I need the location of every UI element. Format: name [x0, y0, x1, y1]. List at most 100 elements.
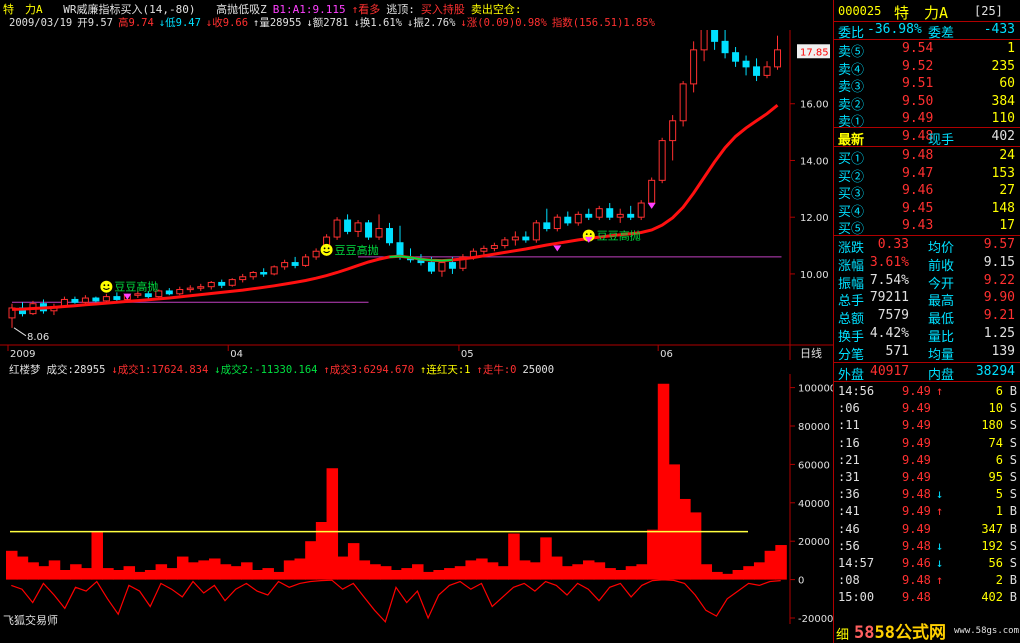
volume-bar [251, 570, 264, 580]
buy-volume: 27 [999, 183, 1015, 199]
sell-row[interactable]: 卖⑤ 9.54 1 [834, 40, 1020, 60]
volume-bar [358, 560, 371, 580]
volume-bar [636, 564, 648, 580]
stat-row[interactable]: 涨跌 0.33 均价 9.57 [834, 236, 1020, 256]
tick-price: 9.49 [902, 504, 931, 519]
price-tick-label: 14.00 [800, 156, 829, 167]
tick-row[interactable]: :31 9.49 95 S [834, 469, 1020, 486]
volume-bar [561, 566, 574, 580]
volume-bar [518, 560, 531, 580]
buy-row[interactable]: 买⑤ 9.43 17 [834, 217, 1020, 237]
date-label: 2009 [10, 349, 35, 360]
tick-time: :36 [838, 487, 860, 502]
candle-body [249, 272, 257, 278]
buy-row[interactable]: 买② 9.47 153 [834, 165, 1020, 185]
price-chart[interactable]: 10.00 12.00 14.00 16.00 17.85 日线 2009 04 05 06 8.0… [0, 30, 833, 360]
tick-time: :06 [838, 401, 860, 416]
volume-bar [80, 568, 93, 580]
outer-value: 40917 [870, 364, 910, 379]
buy-row[interactable]: 买④ 9.45 148 [834, 200, 1020, 220]
buy-volume: 148 [991, 200, 1015, 216]
stat-value: 7.54% [869, 272, 909, 288]
tick-row[interactable]: :11 9.49 180 S [834, 417, 1020, 434]
volume-bar [155, 564, 168, 580]
stat-row[interactable]: 涨幅 3.61% 前收 9.15 [834, 254, 1020, 274]
buy-price: 9.48 [902, 148, 934, 163]
sell-row[interactable]: 卖④ 9.52 235 [834, 58, 1020, 78]
tick-side: S [1009, 435, 1017, 450]
buy-row[interactable]: 买③ 9.46 27 [834, 182, 1020, 202]
stat-row[interactable]: 总额 7579 最低 9.21 [834, 307, 1020, 327]
tick-row[interactable]: :41 9.49 ↑ 1 B [834, 503, 1020, 520]
candle-body [165, 290, 173, 295]
sell-price: 9.54 [902, 41, 934, 56]
candle-body [144, 293, 152, 298]
tick-volume: 2 [995, 573, 1003, 588]
tick-row[interactable]: :21 9.49 6 S [834, 452, 1020, 469]
tick-side: S [1009, 452, 1017, 467]
tick-time: :08 [838, 573, 860, 588]
sell-price: 9.51 [902, 76, 934, 91]
buy-row[interactable]: 买① 9.48 24 [834, 147, 1020, 167]
candle-body [732, 52, 740, 62]
tick-row[interactable]: :16 9.49 74 S [834, 435, 1020, 452]
smiley-label: 豆豆高抛 [114, 280, 158, 294]
volume-chart[interactable]: 100000 80000 60000 40000 20000 0 -20000 [0, 374, 833, 624]
tick-arrow: ↓ [936, 538, 944, 553]
volume-bar [647, 529, 659, 580]
volume-bar [486, 562, 499, 580]
volume-bar [209, 558, 221, 580]
chart-header-line2: 2009/03/19 开9.57 高9.74 ↓低9.47 ↓收9.66 ↑量28955 ↓… [3, 15, 655, 30]
tick-row[interactable]: 15:00 9.48 402 B [834, 589, 1020, 606]
volume-bar [294, 558, 306, 580]
stat-row[interactable]: 振幅 7.54% 今开 9.22 [834, 272, 1020, 292]
tick-row[interactable]: 14:57 9.46 ↓ 56 S [834, 555, 1020, 572]
candle-body [281, 262, 289, 268]
candle-body [753, 66, 761, 76]
price-tick-label: 10.00 [800, 270, 829, 281]
latest-row: 最新 9.48 现手 402 [834, 128, 1020, 148]
volume-bar [230, 566, 242, 580]
candle-body [427, 262, 435, 272]
candle-body [396, 242, 404, 258]
quote-item: ↓额2781 [306, 17, 349, 29]
volume-bar [219, 564, 232, 580]
candle-body [102, 296, 110, 302]
candle-body [176, 289, 184, 295]
volume-bar [337, 556, 349, 580]
stat-row[interactable]: 分笔 571 均量 139 [834, 343, 1020, 363]
volume-bar [668, 464, 680, 580]
stat-value: 79211 [869, 290, 909, 306]
tick-row[interactable]: 14:56 9.49 ↑ 6 B [834, 383, 1020, 400]
volume-bar [112, 570, 125, 580]
tick-volume: 192 [981, 538, 1003, 553]
candle-body [564, 216, 572, 224]
sell-row[interactable]: 卖② 9.50 384 [834, 93, 1020, 113]
tick-row[interactable]: :56 9.48 ↓ 192 S [834, 538, 1020, 555]
quote-title-row: 000025 特 力A [25] [834, 2, 1020, 22]
candle-body [81, 297, 89, 303]
stat-value: 9.57 [983, 237, 1015, 252]
tick-row[interactable]: :08 9.48 ↑ 2 B [834, 572, 1020, 589]
candle-body [721, 40, 729, 54]
tick-row[interactable]: :36 9.48 ↓ 5 S [834, 486, 1020, 503]
stat-row[interactable]: 换手 4.42% 量比 1.25 [834, 325, 1020, 345]
candle-body [344, 219, 352, 232]
tick-row[interactable]: :06 9.49 10 S [834, 400, 1020, 417]
volume-bar [444, 568, 456, 580]
quote-panel: 000025 特 力A [25] 委比 -36.98% 委差 -433 卖⑤ 9.… [833, 0, 1020, 643]
sell-row[interactable]: 卖③ 9.51 60 [834, 75, 1020, 95]
date-label: 05 [461, 349, 474, 360]
candle-body [585, 213, 593, 218]
volume-bar [689, 512, 702, 580]
volume-bar [102, 568, 114, 580]
stat-row[interactable]: 总手 79211 最高 9.90 [834, 289, 1020, 309]
tick-volume: 1 [995, 504, 1003, 519]
smiley-eye [585, 233, 588, 236]
volume-bar [743, 566, 755, 580]
tick-time: 15:00 [838, 590, 875, 605]
tick-row[interactable]: :46 9.49 347 B [834, 521, 1020, 538]
detail-tab[interactable]: 细 [836, 624, 849, 643]
stat-value: 4.42% [869, 326, 909, 341]
quote-item: 高9.74 [118, 17, 154, 29]
